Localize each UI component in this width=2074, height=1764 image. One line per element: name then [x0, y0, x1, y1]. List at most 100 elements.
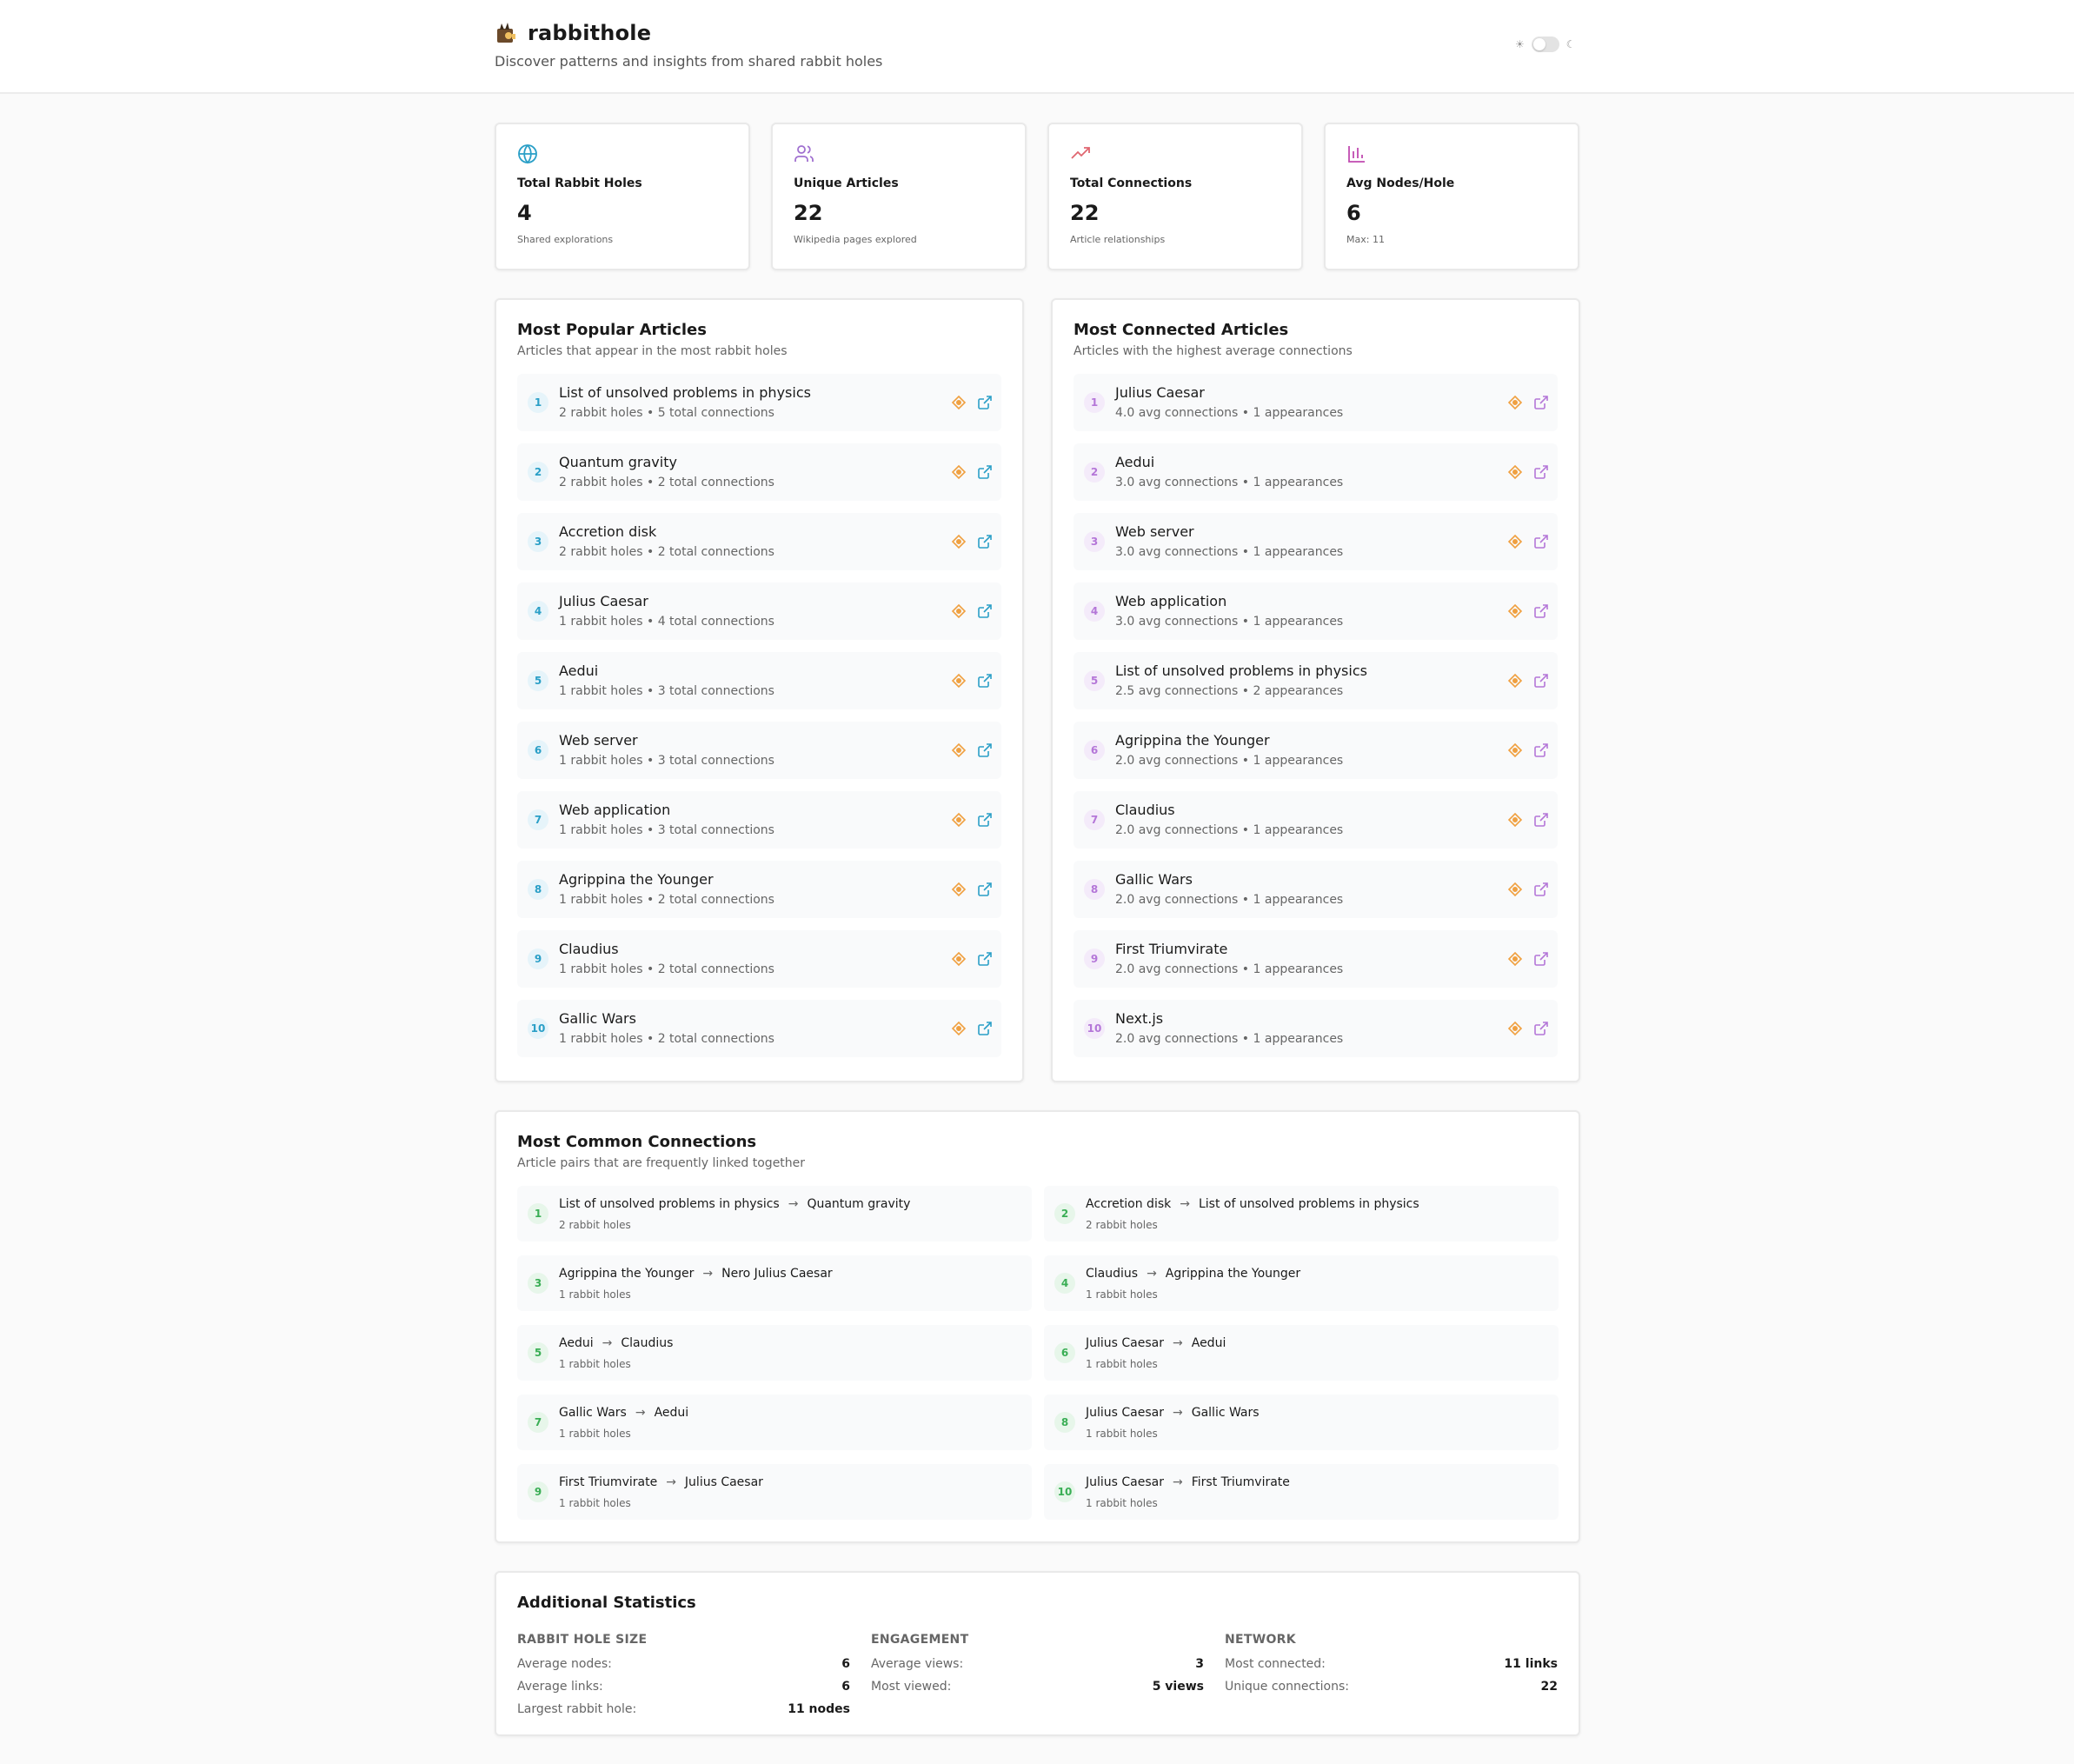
explore-node-icon[interactable] [951, 1021, 967, 1036]
connection-to[interactable]: Gallic Wars [1192, 1406, 1260, 1420]
article-title[interactable]: Gallic Wars [1115, 871, 1193, 888]
external-link-icon[interactable] [1533, 464, 1549, 480]
explore-node-icon[interactable] [951, 603, 967, 619]
article-title[interactable]: Next.js [1115, 1010, 1163, 1027]
article-title[interactable]: Web server [559, 732, 638, 749]
connection-to[interactable]: Claudius [621, 1336, 673, 1350]
list-item[interactable]: 7 Web application 1 rabbit holes • 3 total… [517, 791, 1001, 849]
explore-node-icon[interactable] [951, 464, 967, 480]
list-item[interactable]: 10 Gallic Wars 1 rabbit holes • 2 total co… [517, 1000, 1001, 1057]
connection-to[interactable]: List of unsolved problems in physics [1199, 1197, 1419, 1211]
explore-node-icon[interactable] [1507, 673, 1523, 689]
external-link-icon[interactable] [977, 812, 993, 828]
article-title[interactable]: List of unsolved problems in physics [1115, 662, 1367, 679]
connection-item[interactable]: 1 List of unsolved problems in physics → Qu… [517, 1186, 1032, 1241]
external-link-icon[interactable] [1533, 395, 1549, 410]
explore-node-icon[interactable] [1507, 882, 1523, 897]
article-title[interactable]: Julius Caesar [559, 593, 648, 609]
theme-toggle[interactable]: ☀ ☾ [1515, 37, 1576, 52]
connection-from[interactable]: Julius Caesar [1086, 1406, 1164, 1420]
article-title[interactable]: Claudius [559, 941, 619, 957]
list-item[interactable]: 4 Web application 3.0 avg connections • 1 … [1074, 582, 1558, 640]
article-title[interactable]: Web application [1115, 593, 1226, 609]
connection-to[interactable]: Aedui [1192, 1336, 1226, 1350]
article-title[interactable]: First Triumvirate [1115, 941, 1227, 957]
explore-node-icon[interactable] [1507, 534, 1523, 549]
explore-node-icon[interactable] [951, 673, 967, 689]
explore-node-icon[interactable] [951, 534, 967, 549]
connection-item[interactable]: 3 Agrippina the Younger → Nero Julius Caesa… [517, 1255, 1032, 1311]
article-title[interactable]: Quantum gravity [559, 454, 677, 470]
connection-item[interactable]: 10 Julius Caesar → First Triumvirate 1 rabbi… [1044, 1464, 1559, 1520]
external-link-icon[interactable] [977, 673, 993, 689]
connection-from[interactable]: Aedui [559, 1336, 594, 1350]
explore-node-icon[interactable] [951, 951, 967, 967]
connection-item[interactable]: 9 First Triumvirate → Julius Caesar 1 rabbit… [517, 1464, 1032, 1520]
external-link-icon[interactable] [977, 603, 993, 619]
connection-item[interactable]: 2 Accretion disk → List of unsolved problem… [1044, 1186, 1559, 1241]
explore-node-icon[interactable] [1507, 464, 1523, 480]
connection-item[interactable]: 6 Julius Caesar → Aedui 1 rabbit holes [1044, 1325, 1559, 1381]
article-title[interactable]: Web server [1115, 523, 1194, 540]
article-title[interactable]: Julius Caesar [1115, 384, 1205, 401]
brand[interactable]: rabbithole [495, 21, 651, 45]
list-item[interactable]: 1 Julius Caesar 4.0 avg connections • 1 ap… [1074, 374, 1558, 431]
connection-from[interactable]: Gallic Wars [559, 1406, 627, 1420]
external-link-icon[interactable] [977, 742, 993, 758]
list-item[interactable]: 8 Agrippina the Younger 1 rabbit holes • 2… [517, 861, 1001, 918]
explore-node-icon[interactable] [1507, 603, 1523, 619]
external-link-icon[interactable] [1533, 534, 1549, 549]
connection-to[interactable]: Agrippina the Younger [1166, 1267, 1300, 1281]
list-item[interactable]: 2 Quantum gravity 2 rabbit holes • 2 total… [517, 443, 1001, 501]
list-item[interactable]: 9 First Triumvirate 2.0 avg connections • … [1074, 930, 1558, 988]
connection-to[interactable]: Aedui [655, 1406, 689, 1420]
list-item[interactable]: 6 Agrippina the Younger 2.0 avg connection… [1074, 722, 1558, 779]
connection-from[interactable]: Accretion disk [1086, 1197, 1171, 1211]
connection-from[interactable]: Julius Caesar [1086, 1475, 1164, 1489]
explore-node-icon[interactable] [1507, 951, 1523, 967]
explore-node-icon[interactable] [951, 395, 967, 410]
connection-item[interactable]: 8 Julius Caesar → Gallic Wars 1 rabbit holes [1044, 1395, 1559, 1450]
list-item[interactable]: 3 Web server 3.0 avg connections • 1 appea… [1074, 513, 1558, 570]
explore-node-icon[interactable] [951, 812, 967, 828]
list-item[interactable]: 5 Aedui 1 rabbit holes • 3 total connectio… [517, 652, 1001, 709]
list-item[interactable]: 1 List of unsolved problems in physics 2 r… [517, 374, 1001, 431]
article-title[interactable]: Accretion disk [559, 523, 656, 540]
external-link-icon[interactable] [1533, 603, 1549, 619]
external-link-icon[interactable] [1533, 742, 1549, 758]
explore-node-icon[interactable] [951, 742, 967, 758]
external-link-icon[interactable] [977, 1021, 993, 1036]
external-link-icon[interactable] [1533, 1021, 1549, 1036]
list-item[interactable]: 5 List of unsolved problems in physics 2.5… [1074, 652, 1558, 709]
list-item[interactable]: 7 Claudius 2.0 avg connections • 1 appeara… [1074, 791, 1558, 849]
external-link-icon[interactable] [1533, 951, 1549, 967]
external-link-icon[interactable] [1533, 882, 1549, 897]
external-link-icon[interactable] [977, 882, 993, 897]
external-link-icon[interactable] [977, 534, 993, 549]
connection-from[interactable]: List of unsolved problems in physics [559, 1197, 780, 1211]
explore-node-icon[interactable] [1507, 395, 1523, 410]
article-title[interactable]: Web application [559, 802, 670, 818]
explore-node-icon[interactable] [1507, 742, 1523, 758]
article-title[interactable]: Aedui [1115, 454, 1154, 470]
article-title[interactable]: Aedui [559, 662, 598, 679]
list-item[interactable]: 10 Next.js 2.0 avg connections • 1 appeara… [1074, 1000, 1558, 1057]
connection-from[interactable]: First Triumvirate [559, 1475, 657, 1489]
explore-node-icon[interactable] [1507, 812, 1523, 828]
article-title[interactable]: Gallic Wars [559, 1010, 636, 1027]
connection-to[interactable]: Quantum gravity [807, 1197, 910, 1211]
external-link-icon[interactable] [977, 395, 993, 410]
explore-node-icon[interactable] [951, 882, 967, 897]
list-item[interactable]: 8 Gallic Wars 2.0 avg connections • 1 appe… [1074, 861, 1558, 918]
explore-node-icon[interactable] [1507, 1021, 1523, 1036]
external-link-icon[interactable] [977, 951, 993, 967]
toggle-switch[interactable] [1531, 37, 1559, 52]
connection-item[interactable]: 5 Aedui → Claudius 1 rabbit holes [517, 1325, 1032, 1381]
list-item[interactable]: 3 Accretion disk 2 rabbit holes • 2 total … [517, 513, 1001, 570]
connection-from[interactable]: Claudius [1086, 1267, 1138, 1281]
article-title[interactable]: Agrippina the Younger [559, 871, 714, 888]
list-item[interactable]: 2 Aedui 3.0 avg connections • 1 appearance… [1074, 443, 1558, 501]
connection-item[interactable]: 7 Gallic Wars → Aedui 1 rabbit holes [517, 1395, 1032, 1450]
connection-to[interactable]: Nero Julius Caesar [721, 1267, 833, 1281]
connection-to[interactable]: First Triumvirate [1192, 1475, 1290, 1489]
